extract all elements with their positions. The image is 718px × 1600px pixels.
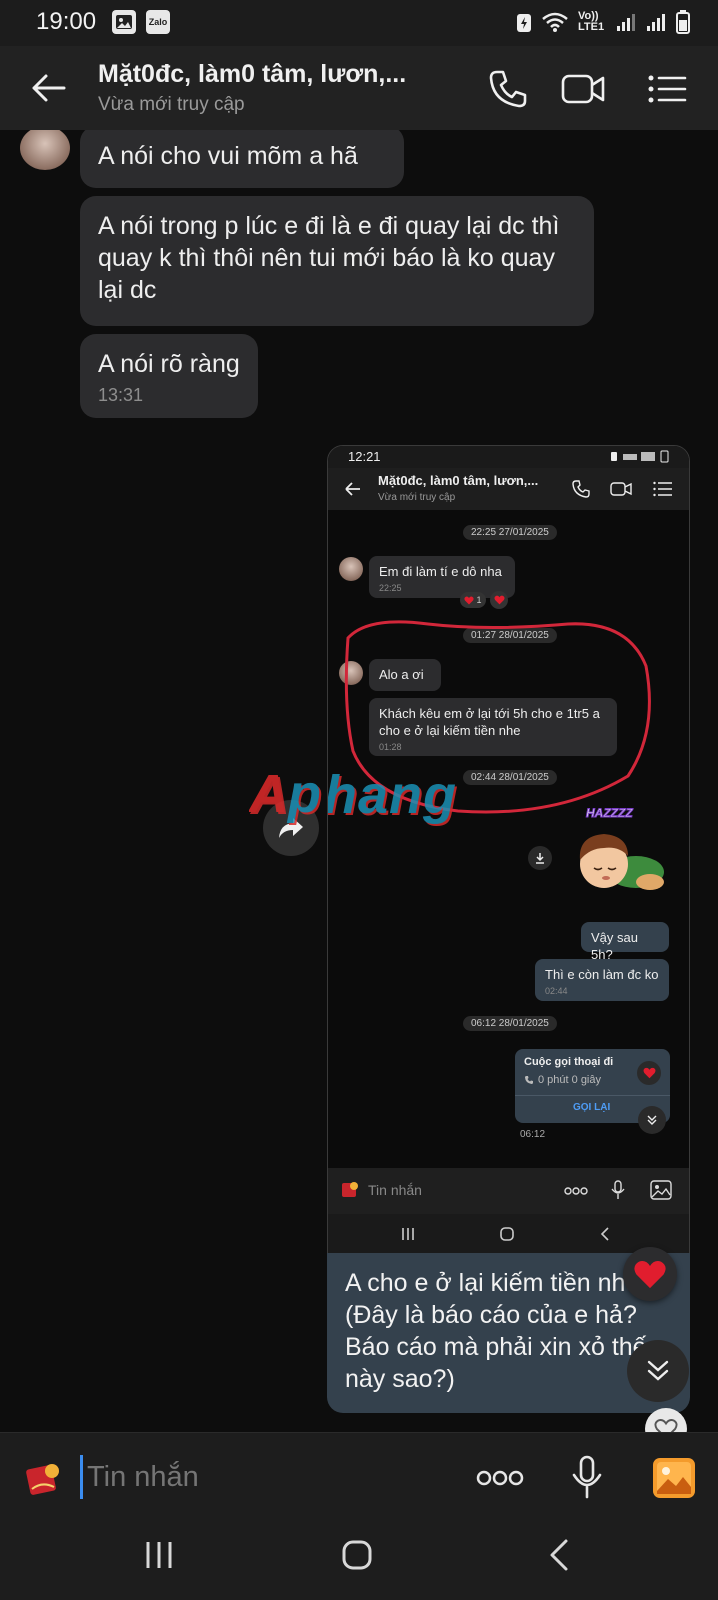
download-icon [536,853,544,864]
voice-call-button[interactable] [485,66,531,112]
more-options-button[interactable] [475,1463,525,1493]
voice-record-button[interactable] [570,1455,604,1499]
message-text: A nói rõ ràng [98,350,240,378]
heart-icon [643,1067,655,1079]
battery-icon [676,10,690,34]
image-message[interactable]: 12:21 Mặt0đc, làm0 tâm, lươn,... Vừa mới… [327,445,690,1315]
message-bubble[interactable]: A nói cho vui mõm a hã [80,130,404,188]
embedded-home-icon [500,1227,514,1241]
message-bubble[interactable]: A nói rõ ràng 13:31 [80,334,258,418]
embedded-nav-bar [328,1214,689,1254]
gallery-button[interactable] [652,1457,696,1499]
embedded-sent-bubble: Thì e còn làm đc ko 02:44 [535,959,669,1001]
battery-saver-icon [517,14,531,32]
call-duration: 0 phút 0 giây [538,1074,601,1086]
wifi-icon [542,12,568,32]
more-icon [476,1470,524,1486]
embedded-input-bar: Tin nhắn [328,1168,689,1214]
message-input-bar [0,1432,718,1522]
chat-header: Mặt0đc, làm0 tâm, lươn,... Vừa mới truy … [0,46,718,130]
call-time: 06:12 [520,1129,546,1140]
status-bar: 19:00 Zalo Vo)) LTE1 [0,0,718,46]
contact-avatar[interactable] [20,130,70,170]
system-back-button[interactable] [546,1538,572,1572]
embedded-scroll-down-button [638,1106,666,1134]
recents-icon [146,1542,172,1568]
watermark-logo-fragment: Ap [249,764,321,824]
call-phone-icon [525,1076,533,1084]
menu-list-icon [648,75,687,103]
caption-text: A cho e ở lại kiếm tiền nhe (Đây là báo … [345,1269,647,1393]
embedded-message-text: Vậy sau 5h? [591,930,638,962]
heart-icon [634,1260,666,1288]
sticker-caption: HAZZZZ [586,806,634,821]
heart-reaction-button[interactable] [623,1247,677,1301]
embedded-sent-bubble: Vậy sau 5h? [581,922,669,962]
home-icon [342,1540,372,1570]
system-nav-bar [0,1522,718,1600]
embedded-message-time: 02:44 [545,986,568,996]
watermark-logo: Aphang [327,765,457,825]
message-text: A nói trong p lúc e đi là e đi quay lại … [98,212,560,304]
chat-status: Vừa mới truy cập [98,94,245,115]
back-button[interactable] [26,66,70,110]
phone-icon [489,70,527,108]
embedded-gallery-icon [650,1180,672,1200]
scroll-down-icon [647,1360,669,1381]
sleeping-boy-sticker [579,834,664,890]
sticker-icon [26,1464,59,1495]
embedded-sticker-icon [342,1182,358,1197]
embedded-recents-icon [402,1228,414,1240]
message-bubble[interactable]: A nói trong p lúc e đi là e đi quay lại … [80,196,594,326]
scroll-to-bottom-button[interactable] [627,1340,689,1402]
signal-icon-1 [617,14,635,31]
gallery-notification-icon [112,10,136,34]
chat-title[interactable]: Mặt0đc, làm0 tâm, lươn,... [98,60,406,89]
video-call-icon [561,74,605,104]
status-indicators: Vo)) LTE1 [516,10,690,34]
message-input[interactable] [80,1455,440,1499]
scroll-down-icon [647,1115,657,1125]
recents-button[interactable] [142,1538,176,1572]
status-time: 19:00 [36,8,97,35]
date-chip: 06:12 28/01/2025 [463,1016,557,1031]
gallery-icon [653,1458,695,1498]
embedded-more-icon [564,1187,588,1195]
call-heart-badge [637,1061,661,1085]
embedded-message-text: Thì e còn làm đc ko [545,967,659,982]
call-title: Cuộc gọi thoại đi [524,1056,614,1068]
zalo-notification-icon: Zalo [146,10,170,34]
video-call-button[interactable] [560,66,606,112]
embedded-input-placeholder: Tin nhắn [368,1182,422,1198]
chat-options-button[interactable] [645,66,691,112]
sticker-message: HAZZZZ [564,806,674,902]
sticker-button[interactable] [24,1459,64,1499]
network-type-label: Vo)) LTE1 [578,10,605,33]
message-text: A nói cho vui mõm a hã [98,142,358,170]
nav-back-icon [550,1539,568,1571]
signal-icon-2 [647,14,665,31]
home-button[interactable] [340,1538,374,1572]
mic-icon [572,1455,602,1499]
call-back-link: GỌI LẠI [573,1102,611,1113]
sticker-download-button [528,846,552,870]
back-arrow-icon [32,74,66,102]
embedded-nav-back-icon [600,1227,609,1241]
message-time: 13:31 [98,385,144,405]
embedded-mic-icon [611,1180,625,1199]
